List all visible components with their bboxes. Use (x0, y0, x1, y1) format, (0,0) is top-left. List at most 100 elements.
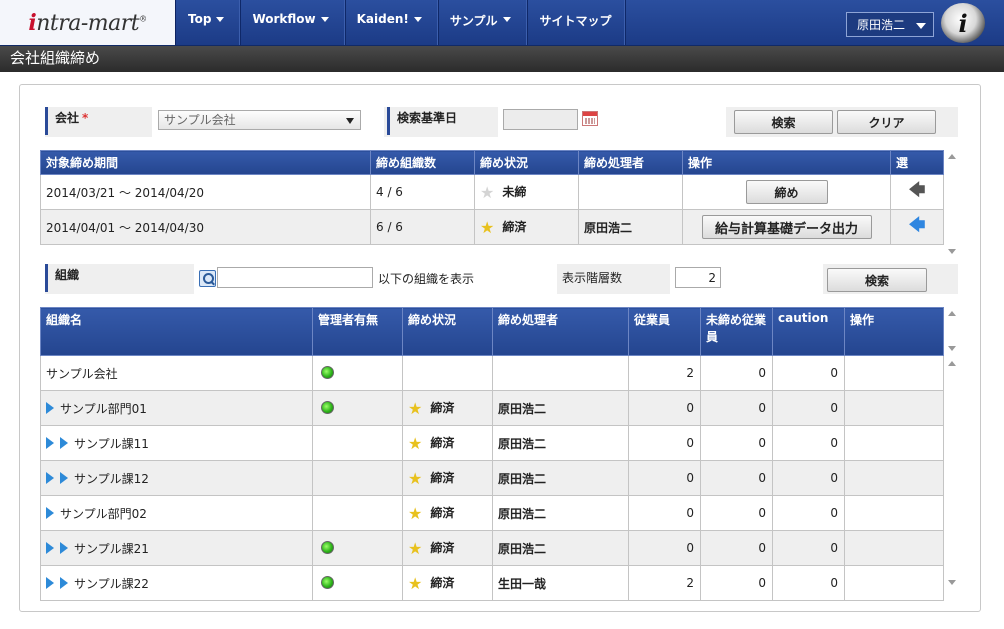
expand-triangle-icon[interactable] (60, 541, 68, 554)
menu-sitemap[interactable]: サイトマップ (528, 0, 626, 45)
caution-cell: 0 (772, 425, 845, 461)
admin-cell (312, 495, 403, 531)
column-header: 締め状況 (474, 150, 579, 175)
close-period-button[interactable]: 締め (745, 180, 828, 204)
org-header-scrollbar[interactable] (945, 307, 959, 355)
org-name-cell[interactable]: サンプル課22 (40, 565, 313, 601)
chevron-down-icon (216, 17, 225, 22)
star-empty-icon: ★ (480, 182, 495, 202)
column-header: 締め状況 (402, 307, 493, 356)
org-name-cell[interactable]: サンプル部門02 (40, 495, 313, 531)
action-cell (844, 355, 944, 391)
admin-cell (312, 565, 403, 601)
period-table: 対象締め期間 締め組織数 締め状況 締め処理者 操作 選 2014/03/21 … (40, 150, 944, 245)
caution-cell: 0 (772, 495, 845, 531)
menu-workflow[interactable]: Workflow (241, 0, 346, 45)
search-button[interactable]: 検索 (734, 110, 833, 134)
processor-cell: 原田浩二 (492, 390, 629, 426)
depth-input[interactable] (675, 267, 721, 288)
column-header: 締め処理者 (492, 307, 629, 356)
org-name-cell[interactable]: サンプル課11 (40, 425, 313, 461)
processor-cell: 原田浩二 (492, 495, 629, 531)
company-label: 会社 * (45, 107, 151, 135)
expand-triangle-icon[interactable] (60, 471, 68, 484)
action-cell (844, 460, 944, 496)
user-menu-dropdown[interactable]: 原田浩二 (846, 12, 934, 37)
expand-triangle-icon[interactable] (46, 471, 54, 484)
expand-triangle-icon[interactable] (46, 506, 54, 519)
table-row: サンプル部門02 ★ 締済 原田浩二 0 0 0 (40, 495, 944, 531)
main-menu: Top Workflow Kaiden! サンプル サイトマップ (177, 0, 626, 45)
org-name: サンプル課22 (74, 576, 149, 591)
unclosed-cell: 0 (700, 425, 773, 461)
info-icon[interactable]: i (941, 3, 985, 43)
org-search-button[interactable]: 検索 (827, 268, 927, 292)
count-cell: 6 / 6 (370, 209, 475, 245)
scroll-up-icon[interactable] (948, 311, 956, 316)
action-cell (844, 565, 944, 601)
expand-triangle-icon[interactable] (46, 436, 54, 449)
column-header: 操作 (844, 307, 944, 356)
employees-cell: 0 (628, 390, 701, 426)
org-name-cell[interactable]: サンプル会社 (40, 355, 313, 391)
left-arrow-icon[interactable]: 🡄 (909, 215, 926, 234)
expand-triangle-icon[interactable] (60, 436, 68, 449)
chevron-down-icon (320, 17, 329, 22)
menu-top[interactable]: Top (177, 0, 242, 45)
export-payroll-button[interactable]: 給与計算基礎データ出力 (701, 215, 872, 239)
search-icon[interactable] (199, 270, 216, 287)
star-filled-icon: ★ (408, 503, 423, 523)
processor-cell: 原田浩二 (492, 530, 629, 566)
calendar-icon[interactable] (582, 111, 598, 126)
status-cell: ★ 締済 (402, 425, 493, 461)
caution-cell: 0 (772, 530, 845, 566)
depth-label: 表示階層数 (562, 271, 623, 285)
org-filter-suffix: 以下の組織を表示 (378, 272, 475, 286)
status-cell: ★ 締済 (402, 530, 493, 566)
org-table-scrollbar[interactable] (945, 357, 959, 589)
count-cell: 4 / 6 (370, 174, 475, 210)
expand-triangle-icon[interactable] (46, 541, 54, 554)
star-filled-icon: ★ (480, 217, 495, 237)
page-title: 会社組織締め (0, 46, 1004, 72)
org-name-cell[interactable]: サンプル課12 (40, 460, 313, 496)
period-table-scrollbar[interactable] (945, 150, 959, 258)
org-name: サンプル部門02 (60, 506, 147, 521)
menu-sample[interactable]: サンプル (439, 0, 528, 45)
chevron-down-icon (346, 118, 354, 124)
admin-cell (312, 390, 403, 426)
processor-cell (492, 355, 629, 391)
caution-cell: 0 (772, 460, 845, 496)
scroll-down-icon[interactable] (948, 249, 956, 254)
star-filled-icon: ★ (408, 468, 423, 488)
scroll-up-icon[interactable] (948, 154, 956, 159)
org-name-cell[interactable]: サンプル課21 (40, 530, 313, 566)
green-lamp-icon (321, 576, 334, 589)
org-table-body: サンプル会社 2 0 0 サンプル部門01 ★ 締済 原田浩二 0 0 0 サンプル課11 ★ 締済 原田浩… (40, 355, 944, 601)
column-header: 組織名 (40, 307, 313, 356)
expand-triangle-icon[interactable] (46, 401, 54, 414)
left-arrow-icon[interactable]: 🡄 (909, 180, 926, 199)
top-navigation-bar: intra-mart® Top Workflow Kaiden! サンプル サイ… (0, 0, 1004, 46)
date-input[interactable] (503, 109, 578, 130)
org-name-cell[interactable]: サンプル部門01 (40, 390, 313, 426)
org-search-input[interactable] (217, 267, 373, 288)
chevron-down-icon (916, 23, 926, 29)
scroll-down-icon[interactable] (948, 580, 956, 585)
expand-triangle-icon[interactable] (60, 576, 68, 589)
column-header: 締め組織数 (370, 150, 475, 175)
org-name: サンプル会社 (46, 366, 118, 381)
unclosed-cell: 0 (700, 460, 773, 496)
column-header: 管理者有無 (312, 307, 403, 356)
expand-triangle-icon[interactable] (46, 576, 54, 589)
scroll-up-icon[interactable] (948, 361, 956, 366)
scroll-down-icon[interactable] (948, 346, 956, 351)
status-cell: ★ 未締 (474, 174, 579, 210)
intra-mart-logo[interactable]: intra-mart® (0, 0, 176, 45)
status-cell: ★ 締済 (402, 495, 493, 531)
menu-kaiden[interactable]: Kaiden! (346, 0, 439, 45)
company-select[interactable]: サンプル会社 (158, 110, 361, 130)
clear-button[interactable]: クリア (837, 110, 936, 134)
unclosed-cell: 0 (700, 530, 773, 566)
unclosed-cell: 0 (700, 390, 773, 426)
